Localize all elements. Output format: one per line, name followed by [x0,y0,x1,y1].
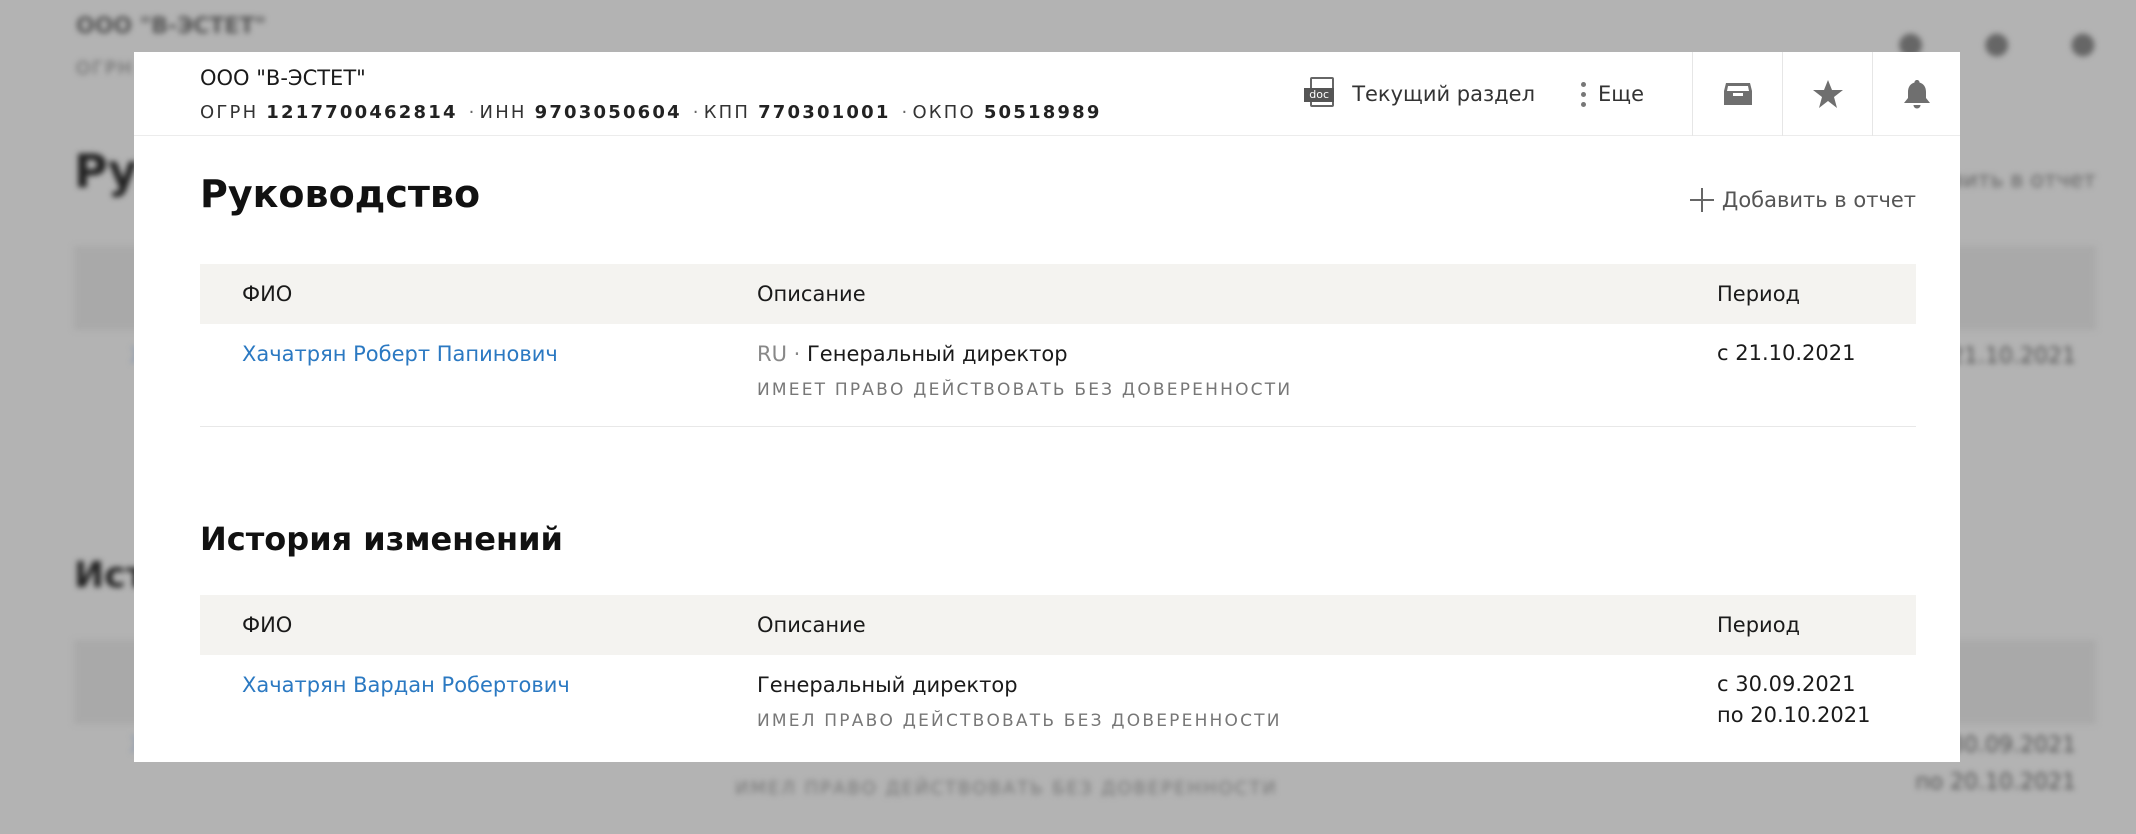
okpo-value: 50518989 [983,102,1102,123]
separator-dot: · [901,102,910,123]
add-to-report-label: Добавить в отчет [1721,188,1916,212]
separator-dot: · [786,342,807,366]
column-header-description: Описание [757,613,866,637]
kpp-label: КПП [703,102,751,123]
column-header-period: Период [1717,613,1801,637]
plus-icon [1689,188,1714,212]
company-name: ООО "В-ЭСТЕТ" [200,66,366,90]
history-title: История изменений [200,520,563,558]
column-header-description: Описание [757,282,866,306]
kebab-icon [1581,81,1587,107]
person-description: RU · Генеральный директор [757,342,1068,366]
person-link[interactable]: Хачатрян Вардан Робертович [242,673,570,697]
table-row: Хачатрян Роберт Папинович RU · Генеральн… [200,341,1916,432]
person-period-from: с 30.09.2021 [1717,672,1856,696]
person-link[interactable]: Хачатрян Роберт Папинович [242,342,558,366]
column-header-fio: ФИО [242,282,293,306]
management-table-header: ФИО Описание Период [200,264,1916,324]
management-title: Руководство [200,172,481,216]
kpp-value: 770301001 [758,102,891,123]
person-period-from: с 21.10.2021 [1717,341,1856,365]
notifications-button[interactable] [1872,52,1960,136]
person-role: Генеральный директор [807,342,1068,366]
column-header-period: Период [1717,282,1801,306]
inbox-button[interactable] [1692,52,1782,136]
company-modal: ООО "В-ЭСТЕТ" ОГРН 1217700462814 · ИНН 97… [134,52,1960,762]
separator-dot: · [692,102,701,123]
person-period-to: по 20.10.2021 [1717,703,1871,727]
current-section-label: Текущий раздел [1352,82,1536,106]
country-code: RU [757,342,787,366]
okpo-label: ОКПО [912,102,976,123]
table-row: Хачатрян Вардан Робертович Генеральный д… [200,672,1916,762]
inn-value: 9703050604 [534,102,682,123]
history-table-header: ФИО Описание Период [200,595,1916,655]
ogrn-value: 1217700462814 [266,102,458,123]
company-requisites: ОГРН 1217700462814 · ИНН 9703050604 · КПП … [200,102,1102,123]
more-button[interactable]: Еще [1581,81,1644,107]
favorite-button[interactable] [1782,52,1872,136]
row-divider [200,426,1916,427]
modal-header: ООО "В-ЭСТЕТ" ОГРН 1217700462814 · ИНН 97… [134,52,1960,136]
bell-icon [1903,80,1930,109]
bg-history-authority: ИМЕЛ ПРАВО ДЕЙСТВОВАТЬ БЕЗ ДОВЕРЕННОСТИ [735,778,1278,799]
star-icon [1812,80,1843,108]
person-role: Генеральный директор [757,673,1018,697]
bg-ogrn: ОГРН [76,58,134,79]
inbox-icon [1723,83,1752,105]
doc-icon: doc [1304,77,1338,111]
add-to-report-button[interactable]: Добавить в отчет [1689,188,1916,212]
separator-dot: · [468,102,477,123]
bg-company-name: ООО "В-ЭСТЕТ" [76,14,266,39]
column-header-fio: ФИО [242,613,293,637]
more-label: Еще [1598,82,1644,106]
bg-history-period-to: по 20.10.2021 [1915,770,2076,795]
ogrn-label: ОГРН [200,102,259,123]
current-section-button[interactable]: doc Текущий раздел [1304,77,1535,111]
person-authority: ИМЕЛ ПРАВО ДЕЙСТВОВАТЬ БЕЗ ДОВЕРЕННОСТИ [757,711,1282,731]
inn-label: ИНН [479,102,527,123]
header-actions: doc Текущий раздел Еще [1304,52,1960,136]
person-authority: ИМЕЕТ ПРАВО ДЕЙСТВОВАТЬ БЕЗ ДОВЕРЕННОСТИ [757,380,1293,400]
